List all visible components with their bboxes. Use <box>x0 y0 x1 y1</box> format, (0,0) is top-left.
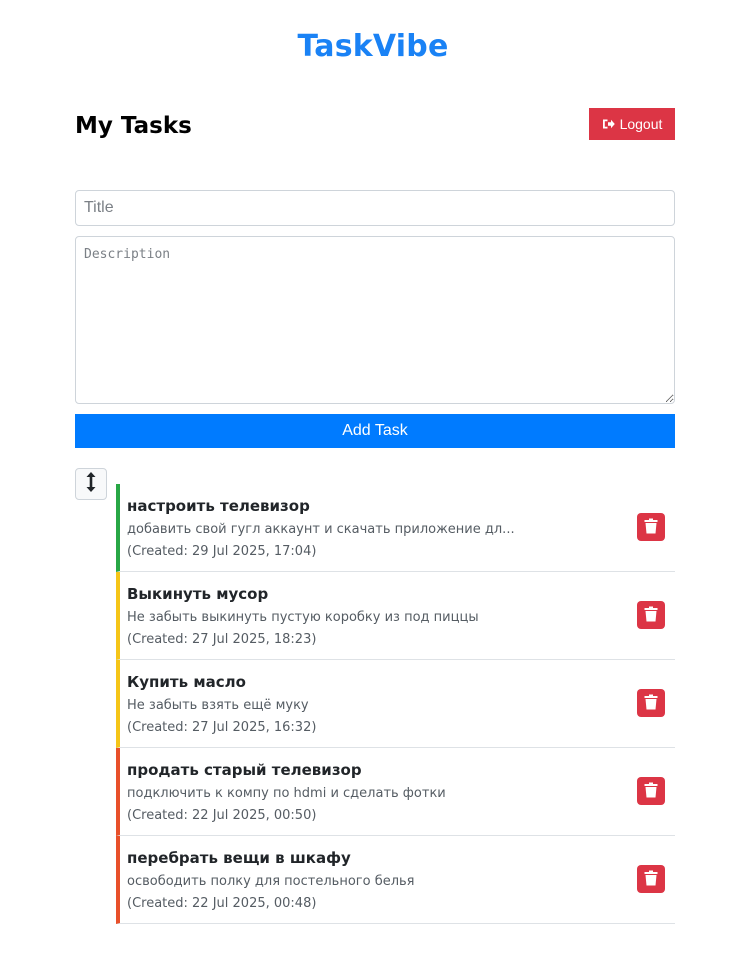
task-description: освободить полку для постельного белья <box>127 874 415 889</box>
task-description: подключить к компу по hdmi и сделать фот… <box>127 786 446 801</box>
sort-button[interactable] <box>75 468 107 500</box>
trash-icon <box>644 694 658 713</box>
task-item[interactable]: Купить масло Не забыть взять ещё муку (C… <box>116 660 675 748</box>
sort-vertical-arrows-icon <box>85 471 97 497</box>
task-created-date: (Created: 27 Jul 2025, 18:23) <box>127 632 317 647</box>
trash-icon <box>644 606 658 625</box>
delete-task-button[interactable] <box>637 513 665 541</box>
task-item[interactable]: перебрать вещи в шкафу освободить полку … <box>116 836 675 924</box>
logout-button[interactable]: Logout <box>589 108 675 140</box>
task-title: продать старый телевизор <box>127 761 362 779</box>
task-title: Купить масло <box>127 673 246 691</box>
task-created-date: (Created: 22 Jul 2025, 00:48) <box>127 896 317 911</box>
task-description: Не забыть выкинуть пустую коробку из под… <box>127 610 479 625</box>
trash-icon <box>644 870 658 889</box>
task-title: настроить телевизор <box>127 497 310 515</box>
task-description: добавить свой гугл аккаунт и скачать при… <box>127 522 515 537</box>
description-input[interactable] <box>75 236 675 404</box>
task-created-date: (Created: 22 Jul 2025, 00:50) <box>127 808 317 823</box>
task-title: перебрать вещи в шкафу <box>127 849 351 867</box>
task-title: Выкинуть мусор <box>127 585 269 603</box>
trash-icon <box>644 518 658 537</box>
task-description: Не забыть взять ещё муку <box>127 698 309 713</box>
task-item[interactable]: Выкинуть мусор Не забыть выкинуть пустую… <box>116 572 675 660</box>
delete-task-button[interactable] <box>637 777 665 805</box>
page-title: My Tasks <box>75 113 192 139</box>
logout-label: Logout <box>619 116 663 132</box>
trash-icon <box>644 782 658 801</box>
delete-task-button[interactable] <box>637 689 665 717</box>
task-list: настроить телевизор добавить свой гугл а… <box>116 484 675 924</box>
app-title: TaskVibe <box>297 29 449 64</box>
sign-out-icon <box>602 118 615 130</box>
title-input[interactable] <box>75 190 675 226</box>
task-created-date: (Created: 29 Jul 2025, 17:04) <box>127 544 317 559</box>
task-item[interactable]: настроить телевизор добавить свой гугл а… <box>116 484 675 572</box>
delete-task-button[interactable] <box>637 865 665 893</box>
task-item[interactable]: продать старый телевизор подключить к ко… <box>116 748 675 836</box>
task-created-date: (Created: 27 Jul 2025, 16:32) <box>127 720 317 735</box>
add-task-button[interactable]: Add Task <box>75 414 675 448</box>
task-app-page: TaskVibe My Tasks Logout Add Task настро… <box>0 0 746 969</box>
delete-task-button[interactable] <box>637 601 665 629</box>
